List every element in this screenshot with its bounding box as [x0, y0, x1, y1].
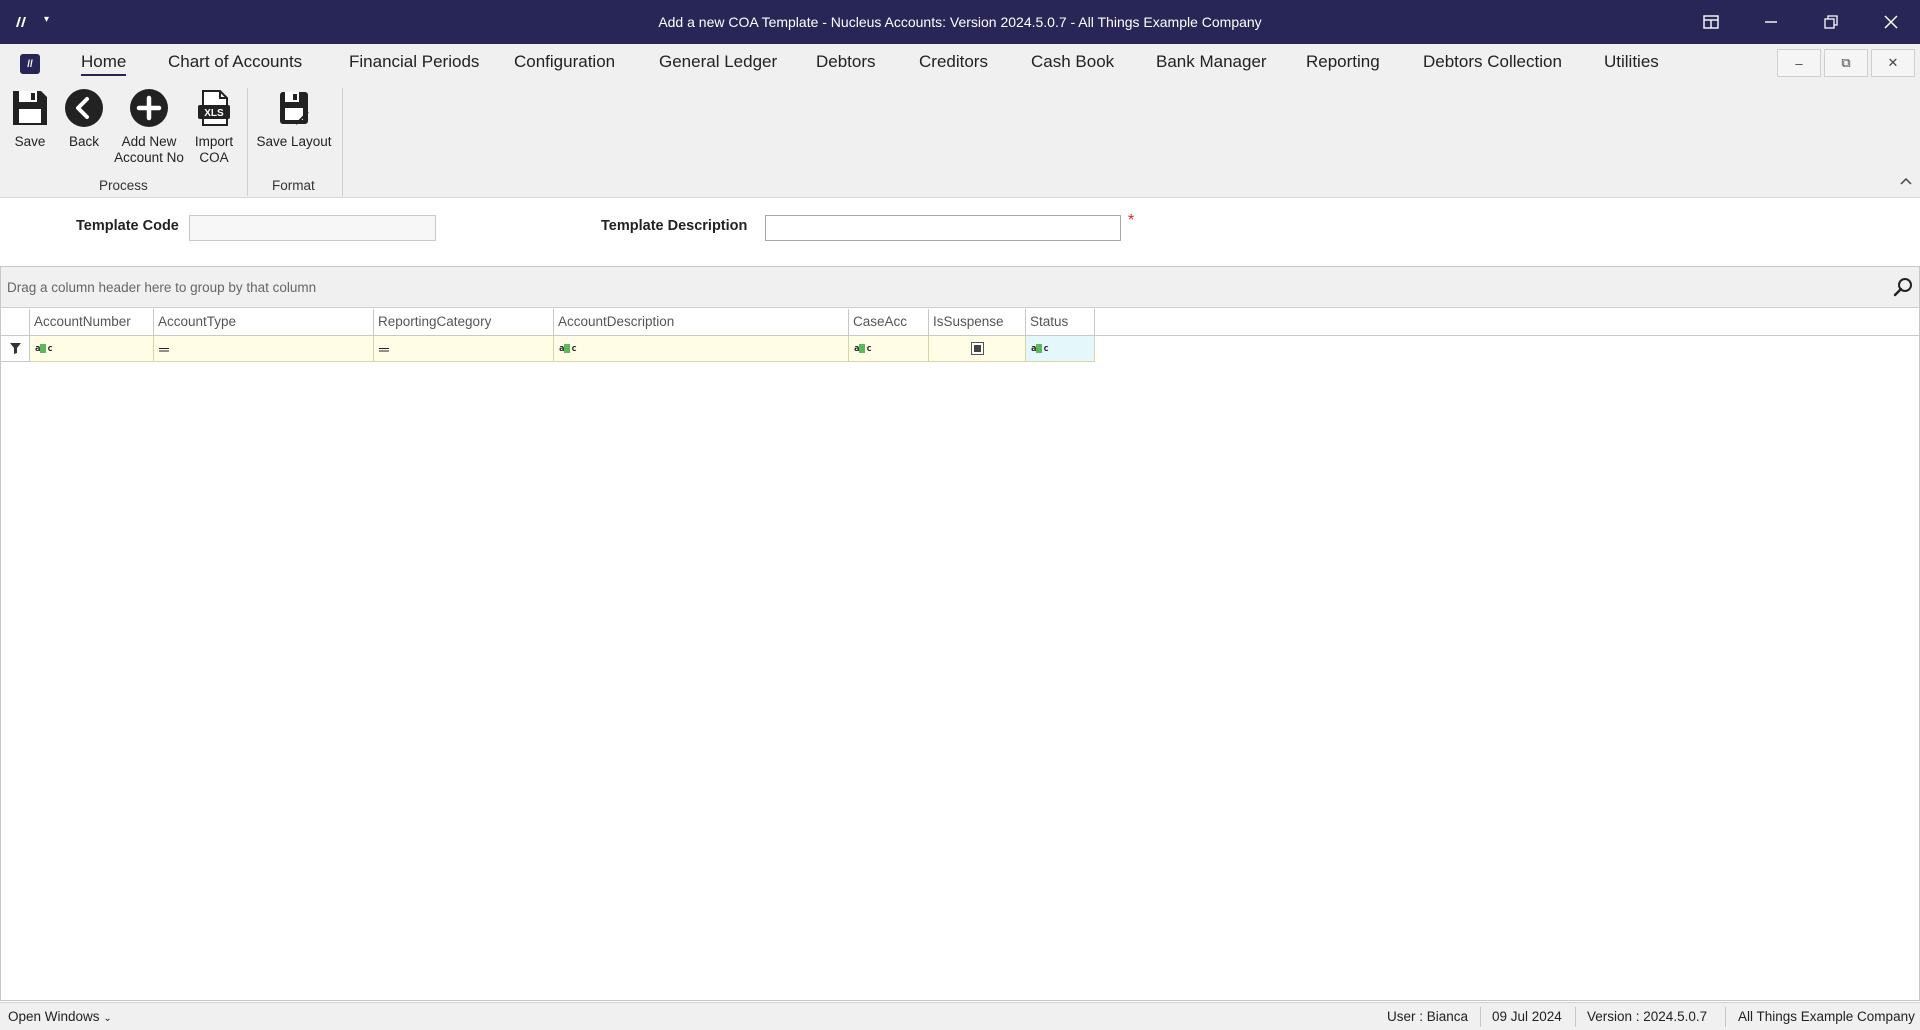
filter-caseacc[interactable]: ac	[849, 336, 929, 362]
filter-reportingcategory[interactable]: ═	[374, 336, 554, 362]
menu-reporting[interactable]: Reporting	[1306, 52, 1380, 72]
layout-icon[interactable]	[1682, 0, 1740, 44]
menu-configuration[interactable]: Configuration	[514, 52, 615, 72]
menu-general-ledger[interactable]: General Ledger	[659, 52, 777, 72]
text-filter-icon: ac	[559, 343, 577, 354]
status-separator	[1725, 1007, 1726, 1027]
menu-debtors[interactable]: Debtors	[816, 52, 876, 72]
restore-icon[interactable]	[1802, 0, 1860, 44]
add-icon	[127, 86, 171, 130]
save-layout-button[interactable]: Save Layout	[254, 86, 334, 150]
minimize-icon[interactable]	[1742, 0, 1800, 44]
open-windows-label: Open Windows	[8, 1009, 100, 1024]
column-header-accountdescription[interactable]: AccountDescription	[554, 309, 849, 336]
template-code-field[interactable]	[189, 215, 436, 241]
equals-filter-icon: ═	[379, 340, 389, 357]
save-label: Save	[14, 134, 46, 149]
accounts-grid: Drag a column header here to group by th…	[0, 266, 1920, 1001]
menu-debtors-collection[interactable]: Debtors Collection	[1423, 52, 1562, 72]
template-description-label: Template Description	[601, 218, 748, 234]
ribbon-separator	[342, 88, 343, 196]
column-header-accounttype[interactable]: AccountType	[154, 309, 374, 336]
group-by-hint: Drag a column header here to group by th…	[7, 280, 317, 295]
filter-issuspense[interactable]	[929, 336, 1026, 362]
mdi-close-icon[interactable]: ✕	[1871, 49, 1915, 77]
status-separator	[1575, 1007, 1576, 1027]
menu-financial-periods[interactable]: Financial Periods	[349, 52, 479, 72]
chevron-down-icon: ⌄	[103, 1013, 112, 1024]
close-icon[interactable]	[1862, 0, 1920, 44]
text-filter-icon: ac	[1031, 343, 1049, 354]
save-layout-icon	[272, 86, 316, 130]
text-filter-icon: ac	[35, 343, 53, 354]
row-indicator-header	[1, 309, 30, 336]
menu-bar: // Home Chart of Accounts Financial Peri…	[0, 44, 1920, 82]
add-new-label-line1: Add New	[121, 134, 177, 149]
grid-header-row: AccountNumber AccountType ReportingCateg…	[1, 309, 1919, 336]
template-description-field[interactable]	[765, 215, 1121, 241]
save-layout-label: Save Layout	[256, 134, 332, 149]
group-by-panel[interactable]: Drag a column header here to group by th…	[1, 267, 1919, 308]
column-header-caseacc[interactable]: CaseAcc	[849, 309, 929, 336]
mdi-restore-icon[interactable]: ⧉	[1824, 49, 1868, 77]
column-header-accountnumber[interactable]: AccountNumber	[30, 309, 154, 336]
status-bar: Open Windows ⌄ User : Bianca 09 Jul 2024…	[0, 1002, 1920, 1030]
ribbon-group-format: Format	[272, 178, 315, 193]
column-header-reportingcategory[interactable]: ReportingCategory	[374, 309, 554, 336]
status-company: All Things Example Company	[1738, 1009, 1915, 1024]
menu-home[interactable]: Home	[81, 52, 127, 76]
ribbon: Save Back Add New Account No XLS Import …	[0, 82, 1920, 198]
equals-filter-icon: ═	[159, 340, 169, 357]
xls-import-icon: XLS	[192, 86, 236, 130]
back-icon	[62, 86, 106, 130]
filter-accountdescription[interactable]: ac	[554, 336, 849, 362]
text-filter-icon: ac	[854, 343, 872, 354]
import-label-line2: COA	[199, 150, 229, 165]
open-windows-button[interactable]: Open Windows ⌄	[8, 1009, 112, 1024]
add-new-account-button[interactable]: Add New Account No	[112, 86, 186, 166]
import-label-line1: Import	[194, 134, 234, 149]
ribbon-separator	[247, 88, 248, 196]
search-icon[interactable]	[1893, 277, 1913, 297]
status-user: User : Bianca	[1387, 1009, 1469, 1024]
filter-accounttype[interactable]: ═	[154, 336, 374, 362]
required-marker: *	[1128, 212, 1135, 229]
ribbon-collapse-icon[interactable]	[1900, 174, 1912, 188]
checkbox-indeterminate-icon[interactable]	[970, 342, 984, 355]
save-button[interactable]: Save	[10, 86, 50, 150]
menu-utilities[interactable]: Utilities	[1604, 52, 1659, 72]
app-menu-logo-icon[interactable]: //	[20, 54, 40, 74]
template-code-label: Template Code	[76, 218, 179, 234]
menu-cash-book[interactable]: Cash Book	[1031, 52, 1114, 72]
column-header-issuspense[interactable]: IsSuspense	[929, 309, 1026, 336]
ribbon-group-process: Process	[99, 178, 148, 193]
filter-accountnumber[interactable]: ac	[30, 336, 154, 362]
add-new-label-line2: Account No	[114, 150, 184, 165]
back-label: Back	[68, 134, 99, 149]
import-coa-button[interactable]: XLS Import COA	[192, 86, 236, 166]
template-form: Template Code Template Description *	[0, 198, 1920, 266]
status-separator	[1480, 1007, 1481, 1027]
title-bar: ▾ Add a new COA Template - Nucleus Accou…	[0, 0, 1920, 44]
status-version: Version : 2024.5.0.7	[1587, 1009, 1708, 1024]
mdi-minimize-icon[interactable]: –	[1777, 49, 1821, 77]
filter-status[interactable]: ac	[1026, 336, 1095, 362]
svg-text:XLS: XLS	[204, 108, 224, 119]
status-date: 09 Jul 2024	[1492, 1009, 1562, 1024]
menu-chart-of-accounts[interactable]: Chart of Accounts	[168, 52, 302, 72]
menu-bank-manager[interactable]: Bank Manager	[1156, 52, 1267, 72]
filter-funnel-icon[interactable]	[1, 336, 30, 362]
window-title: Add a new COA Template - Nucleus Account…	[658, 14, 1262, 30]
save-icon	[8, 86, 52, 130]
back-button[interactable]: Back	[64, 86, 104, 150]
column-header-status[interactable]: Status	[1026, 309, 1095, 336]
menu-creditors[interactable]: Creditors	[919, 52, 988, 72]
